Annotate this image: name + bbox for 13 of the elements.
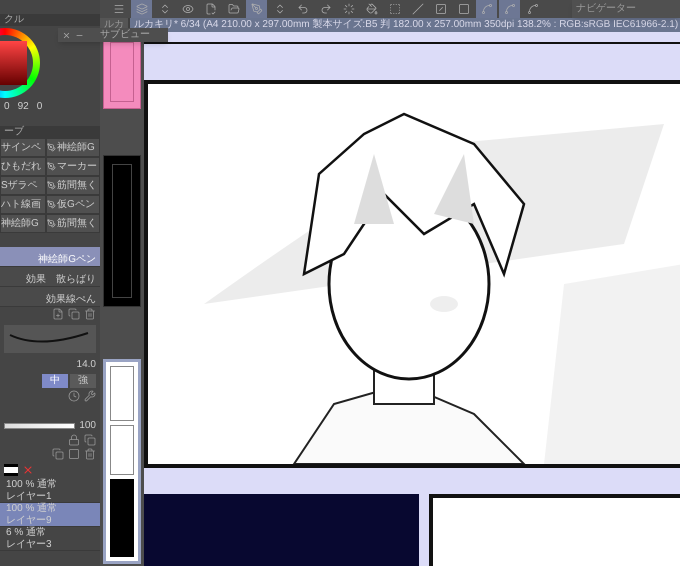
layer-mode: 100 % 通常 bbox=[6, 504, 58, 514]
panel-title: ナビゲーター bbox=[576, 4, 636, 14]
layer-mode: 100 % 通常 bbox=[6, 480, 58, 490]
opacity-value: 100 bbox=[79, 421, 96, 431]
color-value: 0 bbox=[36, 102, 42, 112]
layer-name: レイヤー3 bbox=[6, 540, 53, 550]
layer-name: レイヤー9 bbox=[6, 516, 53, 526]
color-value: 92 bbox=[18, 102, 29, 112]
panel-title: サブビュー bbox=[100, 30, 150, 40]
size-value: 14.0 bbox=[76, 360, 96, 370]
layer-name: レイヤー1 bbox=[6, 492, 53, 502]
color-value: 0 bbox=[4, 102, 10, 112]
layer-mode: 6 % 通常 bbox=[6, 528, 48, 538]
